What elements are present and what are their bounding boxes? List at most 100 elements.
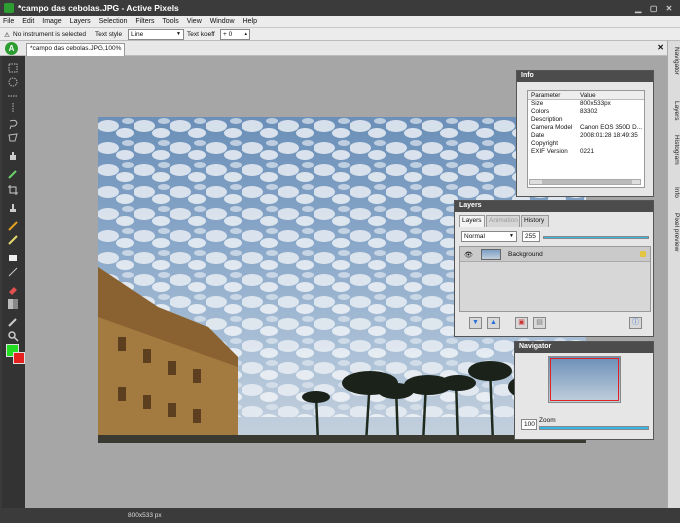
- column-header-value: Value: [580, 92, 596, 99]
- row-select-tool[interactable]: [7, 90, 19, 102]
- info-key: Camera Model: [531, 124, 573, 131]
- info-panel: Info Parameter Value Size 800x533px Color…: [516, 70, 654, 197]
- info-value: 2008:01:28 18:49:35: [580, 132, 638, 139]
- info-table: Parameter Value Size 800x533px Colors 8330…: [527, 90, 645, 188]
- table-row: Copyright: [528, 140, 644, 148]
- pencil-tool[interactable]: [7, 234, 19, 246]
- tab-animation[interactable]: Animation: [486, 215, 520, 227]
- dock-tab-histogram[interactable]: Histogram: [669, 135, 680, 165]
- duplicate-layer-icon[interactable]: ▤: [533, 317, 546, 329]
- menu-bar: File Edit Image Layers Selection Filters…: [0, 16, 680, 28]
- app-icon: [4, 3, 14, 13]
- menu-layers[interactable]: Layers: [67, 16, 94, 27]
- image-dimensions: 800x533 px: [128, 512, 162, 519]
- text-koeff-stepper[interactable]: + 0 ▴: [220, 29, 250, 40]
- close-document-icon[interactable]: ✕: [657, 43, 664, 52]
- magic-wand-tool[interactable]: [7, 168, 19, 180]
- menu-window[interactable]: Window: [207, 16, 238, 27]
- column-header-parameter: Parameter: [531, 92, 561, 99]
- eyedropper-tool[interactable]: [7, 316, 19, 328]
- options-bar: ⚠ No instrument is selected Text style L…: [0, 28, 680, 41]
- blend-mode-select[interactable]: Normal ▼: [461, 231, 517, 242]
- eraser-tool[interactable]: [7, 284, 19, 296]
- maximize-icon[interactable]: ▢: [649, 4, 659, 14]
- layers-panel-title: Layers: [455, 201, 653, 212]
- info-value: 800x533px: [580, 100, 611, 107]
- table-row: Colors 83302: [528, 108, 644, 116]
- close-icon[interactable]: ✕: [664, 4, 674, 14]
- text-style-select[interactable]: Line ▼: [128, 29, 184, 40]
- text-koeff-label: Text koeff: [187, 31, 215, 38]
- dock-tab-layers[interactable]: Layers: [669, 101, 680, 121]
- stepper-icon: ▴: [244, 31, 247, 37]
- info-scrollbar[interactable]: [529, 179, 641, 185]
- window-controls: ▁ ▢ ✕: [630, 3, 674, 14]
- gradient-tool[interactable]: [7, 298, 19, 310]
- text-style-value: Line: [131, 31, 144, 38]
- minimize-icon[interactable]: ▁: [633, 4, 643, 14]
- clone-stamp-tool[interactable]: [7, 202, 19, 214]
- tab-history[interactable]: History: [521, 215, 549, 227]
- rectangle-tool[interactable]: [7, 252, 19, 264]
- layer-thumbnail: [481, 249, 501, 260]
- move-layer-down-icon[interactable]: ▼: [469, 317, 482, 329]
- chevron-down-icon: ▼: [176, 31, 181, 37]
- hand-tool[interactable]: [7, 150, 19, 162]
- ellipse-select-tool[interactable]: [7, 76, 19, 88]
- dock-tab-info[interactable]: Info: [669, 187, 680, 198]
- document-tab-bar: A *campo das cebolas.JPG,100% ✕: [0, 41, 667, 56]
- menu-file[interactable]: File: [0, 16, 17, 27]
- menu-filters[interactable]: Filters: [132, 16, 157, 27]
- text-style-label: Text style: [95, 31, 123, 38]
- zoom-tool[interactable]: [7, 330, 19, 342]
- info-key: Copyright: [531, 140, 558, 147]
- info-value: Canon EOS 350D D...: [580, 124, 642, 131]
- line-tool[interactable]: [7, 266, 19, 278]
- document-tab[interactable]: *campo das cebolas.JPG,100%: [26, 43, 126, 56]
- navigator-panel: Navigator 100 Zoom: [514, 341, 654, 440]
- menu-selection[interactable]: Selection: [96, 16, 131, 27]
- eye-icon[interactable]: 👁: [464, 251, 473, 259]
- right-dock: Navigator Layers Histogram Info Pixel pr…: [667, 41, 680, 508]
- dock-tab-pixel-preview[interactable]: Pixel preview: [669, 213, 680, 251]
- column-select-tool[interactable]: [7, 102, 19, 114]
- lock-icon: [640, 251, 646, 257]
- scrollbar-thumb[interactable]: [542, 180, 632, 184]
- chevron-down-icon: ▼: [509, 233, 514, 239]
- list-item[interactable]: 👁 Background: [460, 247, 650, 262]
- menu-tools[interactable]: Tools: [159, 16, 181, 27]
- menu-edit[interactable]: Edit: [19, 16, 37, 27]
- opacity-input[interactable]: 255: [522, 231, 540, 242]
- menu-help[interactable]: Help: [240, 16, 260, 27]
- app-logo: A: [5, 42, 18, 55]
- opacity-slider[interactable]: [543, 236, 649, 239]
- navigator-viewport[interactable]: [550, 358, 619, 401]
- tab-layers[interactable]: Layers: [459, 215, 485, 227]
- background-color-swatch[interactable]: [13, 352, 25, 364]
- warning-icon: ⚠: [4, 32, 10, 39]
- menu-view[interactable]: View: [184, 16, 205, 27]
- blend-mode-value: Normal: [464, 233, 485, 240]
- move-layer-up-icon[interactable]: ▲: [487, 317, 500, 329]
- table-row: Description: [528, 116, 644, 124]
- zoom-input[interactable]: 100: [521, 419, 537, 430]
- rect-select-tool[interactable]: [7, 62, 19, 74]
- lasso-tool[interactable]: [7, 118, 19, 130]
- layer-properties-icon[interactable]: ⓘ: [629, 317, 642, 329]
- brush-tool[interactable]: [7, 220, 19, 232]
- layer-buttons: ▼ ▲ ▣ ▤ ⓘ: [459, 315, 651, 332]
- menu-image[interactable]: Image: [39, 16, 64, 27]
- dock-tab-navigator[interactable]: Navigator: [669, 47, 680, 75]
- table-row: Size 800x533px: [528, 100, 644, 108]
- crop-tool[interactable]: [7, 184, 19, 196]
- polygon-lasso-tool[interactable]: [7, 132, 19, 144]
- new-layer-icon[interactable]: ▣: [515, 317, 528, 329]
- info-table-header: Parameter Value: [528, 91, 644, 100]
- info-key: Colors: [531, 108, 550, 115]
- title-bar: *campo das cebolas.JPG - Active Pixels ▁…: [0, 0, 680, 16]
- info-key: Size: [531, 100, 544, 107]
- status-bar: 800x533 px: [0, 508, 680, 523]
- zoom-slider[interactable]: [539, 426, 649, 430]
- text-koeff-value: + 0: [223, 31, 233, 38]
- table-row: EXIF Version 0221: [528, 148, 644, 156]
